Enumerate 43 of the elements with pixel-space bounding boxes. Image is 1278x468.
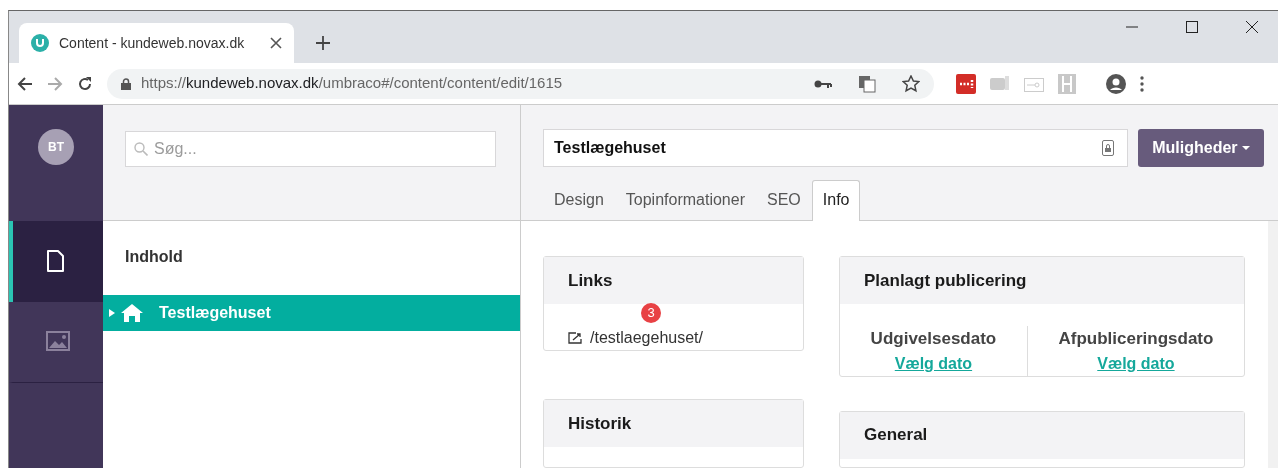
alias-lock-icon[interactable] [1102,140,1115,156]
image-icon [46,330,70,354]
tree-item-label: Testlægehuset [159,303,271,323]
lock-icon [121,77,131,90]
close-icon[interactable] [270,37,282,49]
editor-tab[interactable]: Design [543,180,615,221]
home-icon [121,304,143,322]
notification-badge: 3 [641,303,661,323]
account-icon[interactable] [1106,73,1126,94]
password-extension-icon[interactable] [956,73,976,94]
address-bar[interactable]: https://kundeweb.novax.dk/umbraco#/content/content/edit/1615 [107,68,934,99]
card-title: Planlagt publicering [840,257,1244,304]
reload-icon[interactable] [77,75,93,92]
star-icon[interactable] [902,74,920,93]
site-logo-icon [31,34,49,52]
back-arrow-icon[interactable] [17,75,33,92]
card-title: Links [544,257,803,304]
tree-heading: Indhold [125,247,184,267]
page-link[interactable]: /testlaegehuset/ [590,326,703,350]
translate-icon[interactable] [858,74,876,93]
date-label: Afpubliceringsdato [1058,328,1214,350]
card-title: General [840,411,1244,459]
editor-tab[interactable]: SEO [756,180,812,221]
url-text: https://kundeweb.novax.dk/umbraco#/content/content/edit/1615 [141,73,564,94]
name-field[interactable]: Testlægehuset [543,129,1129,167]
sidebar-section[interactable] [9,221,103,302]
search-field[interactable]: Søg... [125,131,496,167]
editor-tab[interactable]: Info [811,180,861,221]
date-label: Udgivelsesdato [870,328,997,350]
external-link-icon [568,332,582,344]
tab-title: Content - kundeweb.novax.dk [59,33,246,53]
browser-tab[interactable]: Content - kundeweb.novax.dk [19,23,294,63]
key-icon[interactable] [814,78,832,89]
menu-icon[interactable] [1140,75,1144,92]
new-tab-icon[interactable] [316,36,330,50]
caret-icon [1242,146,1250,152]
scrollbar[interactable] [1268,221,1278,468]
options-dropdown-button[interactable]: Muligheder [1138,129,1264,167]
card-title: Historik [544,400,803,447]
editor-tab[interactable]: Topinformationer [614,180,756,221]
caret-icon[interactable] [109,309,115,317]
close-icon[interactable] [1246,21,1258,33]
maximize-icon[interactable] [1186,21,1198,33]
